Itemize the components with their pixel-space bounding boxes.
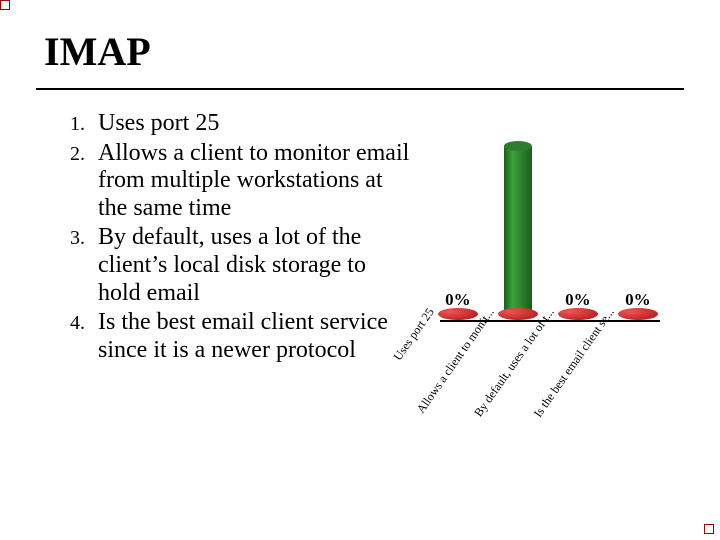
bar-chart: 0% 100% 0% — [430, 110, 660, 320]
answer-item: Is the best email client service since i… — [90, 309, 412, 364]
bar-cap-icon — [504, 141, 532, 151]
answer-item: By default, uses a lot of the client’s l… — [90, 224, 412, 307]
bar-slot-3: 0% — [558, 290, 598, 320]
answers-list: Uses port 25 Allows a client to monitor … — [36, 110, 412, 364]
slide-title: IMAP — [44, 32, 684, 78]
corner-deco-br — [704, 524, 714, 534]
title-block: IMAP — [36, 18, 684, 90]
bar-2 — [504, 146, 532, 314]
bar-slot-2: 100% — [498, 146, 538, 320]
bar-slot-4: 0% — [618, 290, 658, 320]
category-labels: Uses port 25 Allows a client to monit...… — [430, 324, 680, 444]
answers-column: Uses port 25 Allows a client to monitor … — [36, 110, 412, 430]
content-row: Uses port 25 Allows a client to monitor … — [36, 110, 684, 430]
bar-value-label: 0% — [618, 290, 658, 310]
corner-deco-tl — [0, 0, 10, 10]
bar-value-label: 0% — [438, 290, 478, 310]
answer-item: Allows a client to monitor email from mu… — [90, 140, 412, 223]
bar-base-icon — [618, 308, 658, 320]
chart-column: 0% 100% 0% — [412, 110, 684, 430]
bar-base-icon — [498, 308, 538, 320]
bar-slot-1: 0% — [438, 290, 478, 320]
bar-value-label: 0% — [558, 290, 598, 310]
slide: IMAP Uses port 25 Allows a client to mon… — [0, 0, 720, 540]
answer-item: Uses port 25 — [90, 110, 412, 138]
bar-base-icon — [438, 308, 478, 320]
bar-base-icon — [558, 308, 598, 320]
